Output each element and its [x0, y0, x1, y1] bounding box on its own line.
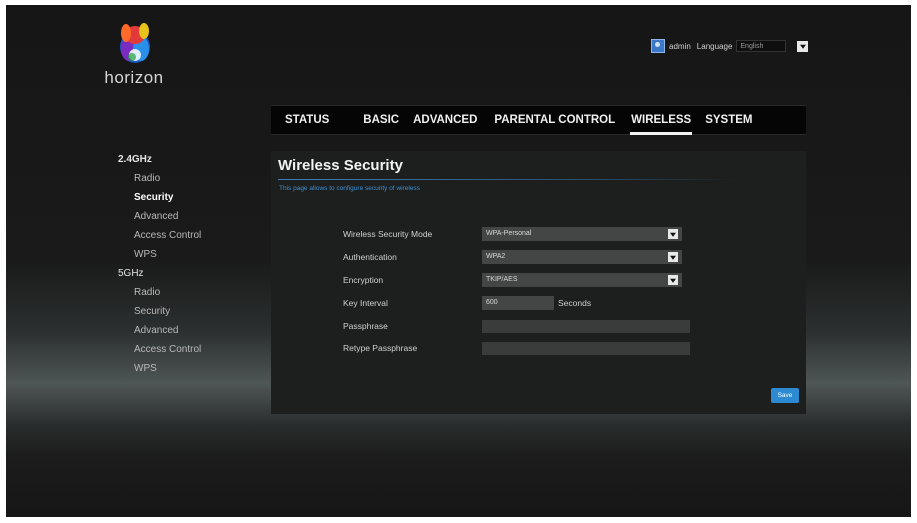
authentication-label: Authentication: [343, 252, 397, 262]
dropdown-arrow-icon[interactable]: [668, 229, 678, 239]
dropdown-arrow-icon[interactable]: [797, 40, 809, 52]
encryption-select[interactable]: TKIP/AES: [482, 273, 682, 287]
page-title: Wireless Security: [278, 157, 403, 174]
authentication-row: Authentication WPA2: [343, 250, 682, 264]
user-icon: [651, 39, 665, 53]
language-label: Language: [696, 41, 733, 51]
authentication-select[interactable]: WPA2: [482, 250, 682, 264]
sidebar-item-access-control-5ghz[interactable]: Access Control: [118, 340, 201, 359]
security-mode-value: WPA-Personal: [486, 230, 532, 237]
brand-logo[interactable]: horizon: [94, 21, 184, 93]
passphrase-row: Passphrase: [343, 319, 690, 333]
encryption-label: Encryption: [343, 275, 384, 285]
sidebar-group-5ghz[interactable]: 5GHz: [118, 264, 201, 283]
user-language-bar: admin Language English: [651, 38, 809, 54]
tab-status[interactable]: STATUS: [285, 114, 329, 126]
sidebar-group-2-4ghz[interactable]: 2.4GHz: [118, 150, 201, 169]
sidebar-item-access-control-2-4ghz[interactable]: Access Control: [118, 226, 201, 245]
security-mode-select[interactable]: WPA-Personal: [482, 227, 682, 241]
dropdown-arrow-icon[interactable]: [668, 275, 678, 285]
tab-advanced[interactable]: ADVANCED: [413, 114, 477, 126]
tab-parental-control[interactable]: PARENTAL CONTROL: [494, 114, 615, 126]
key-interval-label: Key Interval: [343, 298, 388, 308]
retype-passphrase-input[interactable]: [482, 341, 690, 355]
key-interval-unit: Seconds: [558, 298, 592, 308]
encryption-row: Encryption TKIP/AES: [343, 273, 682, 287]
wireless-security-panel: Wireless Security This page allows to co…: [271, 151, 806, 414]
security-mode-row: Wireless Security Mode WPA-Personal: [343, 227, 682, 241]
sidebar-item-advanced-2-4ghz[interactable]: Advanced: [118, 207, 201, 226]
passphrase-input[interactable]: [482, 319, 690, 333]
brand-name: horizon: [104, 68, 164, 87]
user-name[interactable]: admin: [669, 42, 691, 51]
tab-wireless[interactable]: WIRELESS: [630, 114, 693, 135]
encryption-value: TKIP/AES: [486, 276, 518, 283]
language-select[interactable]: English: [736, 40, 787, 52]
app-frame: horizon admin Language English STATUS BA…: [6, 5, 911, 517]
tab-basic[interactable]: BASIC: [363, 114, 399, 126]
dropdown-arrow-icon[interactable]: [668, 252, 678, 262]
page-description: This page allows to configure security o…: [279, 185, 420, 192]
retype-passphrase-label: Retype Passphrase: [343, 343, 418, 353]
authentication-value: WPA2: [486, 253, 506, 260]
key-interval-input[interactable]: 600: [482, 296, 554, 310]
sidebar-item-wps-2-4ghz[interactable]: WPS: [118, 245, 201, 264]
sidebar: 2.4GHz Radio Security Advanced Access Co…: [118, 150, 201, 378]
passphrase-label: Passphrase: [343, 321, 388, 331]
retype-passphrase-row: Retype Passphrase: [343, 341, 690, 355]
tab-system[interactable]: SYSTEM: [705, 114, 752, 126]
key-interval-row: Key Interval 600 Seconds: [343, 296, 591, 310]
save-button[interactable]: Save: [771, 388, 799, 403]
sidebar-item-wps-5ghz[interactable]: WPS: [118, 359, 201, 378]
horizon-logo-icon: [120, 23, 150, 63]
sidebar-item-advanced-5ghz[interactable]: Advanced: [118, 321, 201, 340]
sidebar-item-security-2-4ghz[interactable]: Security: [118, 188, 201, 207]
title-divider: [278, 179, 738, 180]
sidebar-item-radio-5ghz[interactable]: Radio: [118, 283, 201, 302]
sidebar-item-radio-2-4ghz[interactable]: Radio: [118, 169, 201, 188]
main-nav: STATUS BASIC ADVANCED PARENTAL CONTROL W…: [271, 105, 806, 135]
sidebar-item-security-5ghz[interactable]: Security: [118, 302, 201, 321]
security-mode-label: Wireless Security Mode: [343, 229, 433, 239]
